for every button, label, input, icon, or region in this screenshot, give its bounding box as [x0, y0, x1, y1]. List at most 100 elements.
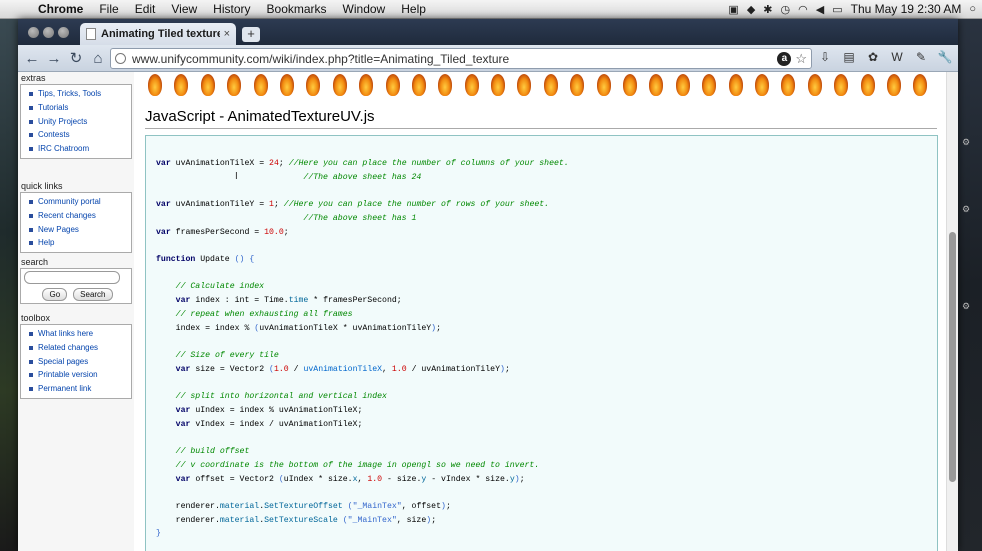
site-info-icon[interactable] [115, 53, 126, 64]
desktop-background-left [0, 19, 18, 551]
code-token: ; [283, 227, 289, 237]
puzzle-extension-icon[interactable]: ✿ [864, 48, 882, 66]
code-token: uIndex = index % uvAnimationTileX; [190, 405, 363, 415]
sidebar-link-contests[interactable]: Contests [24, 128, 131, 142]
menubar-clock[interactable]: Thu May 19 2:30 AM [851, 2, 962, 16]
code-token: var [156, 227, 171, 237]
scrollbar-thumb[interactable] [949, 232, 956, 482]
sidebar-link-recent-changes[interactable]: Recent changes [24, 209, 131, 223]
sprite-frame [406, 72, 432, 100]
code-token: //The above sheet has 24 [303, 172, 422, 182]
menu-help[interactable]: Help [393, 2, 434, 16]
spotlight-icon[interactable]: ○ [969, 3, 976, 15]
address-url[interactable]: www.unifycommunity.com/wiki/index.php?ti… [132, 52, 777, 66]
menu-app-chrome[interactable]: Chrome [30, 2, 91, 16]
sidebar-link-unity-projects[interactable]: Unity Projects [24, 115, 131, 129]
volume-icon[interactable]: ◀ [816, 3, 824, 16]
sidebar-link-tutorials[interactable]: Tutorials [24, 101, 131, 115]
code-token: renderer. [156, 515, 220, 525]
new-tab-button[interactable]: + [242, 27, 260, 42]
tab-close-icon[interactable]: × [224, 28, 230, 40]
portlet-toolbox-box: What links here Related changes Special … [20, 324, 132, 399]
w-extension-icon[interactable]: W [888, 48, 906, 66]
search-input[interactable] [24, 271, 120, 284]
sidebar-link-tips[interactable]: Tips, Tricks, Tools [24, 87, 131, 101]
tab-active[interactable]: Animating Tiled texture – Ur × [80, 23, 236, 45]
article-content: JavaScript - AnimatedTextureUV.js var uv… [134, 72, 958, 551]
sidebar-link-related-changes[interactable]: Related changes [24, 341, 131, 355]
portlet-extras: extras Tips, Tricks, Tools Tutorials Uni… [20, 72, 132, 159]
back-arrow-icon[interactable]: ← [21, 50, 43, 67]
sidebar-link-special-pages[interactable]: Special pages [24, 355, 131, 369]
minimize-window-icon[interactable] [43, 27, 54, 38]
portlet-extras-title: extras [21, 73, 46, 83]
home-icon[interactable]: ⌂ [87, 50, 109, 67]
portlet-extras-box: Tips, Tricks, Tools Tutorials Unity Proj… [20, 84, 132, 159]
sprite-sheet-banner [142, 72, 954, 100]
wrench-menu-icon[interactable]: 🔧 [936, 48, 954, 66]
screen-recorder-icon[interactable]: ▣ [728, 3, 738, 16]
sidebar-link-community-portal[interactable]: Community portal [24, 195, 131, 209]
sidebar-link-printable-version[interactable]: Printable version [24, 368, 131, 382]
menu-window[interactable]: Window [335, 2, 394, 16]
sprite-frame [168, 72, 194, 100]
menu-view[interactable]: View [163, 2, 205, 16]
code-line: // split into horizontal and vertical in… [156, 390, 569, 404]
code-line: function Update () { [156, 253, 569, 267]
menu-history[interactable]: History [205, 2, 258, 16]
forward-arrow-icon[interactable]: → [43, 50, 65, 67]
web-page: extras Tips, Tricks, Tools Tutorials Uni… [18, 72, 958, 551]
wifi-icon[interactable]: ◠ [798, 3, 808, 16]
dropbox-icon[interactable]: ◆ [747, 3, 755, 16]
sidebar-link-what-links-here[interactable]: What links here [24, 327, 131, 341]
code-token: 1.0 [367, 474, 383, 484]
bookmark-star-icon[interactable]: ☆ [795, 51, 807, 67]
time-machine-icon[interactable]: ◷ [781, 3, 791, 16]
sprite-frame [828, 72, 854, 100]
code-token: var [175, 419, 191, 429]
reload-icon[interactable]: ↻ [65, 49, 87, 67]
bluetooth-icon[interactable]: ✱ [763, 3, 772, 16]
sprite-frame [617, 72, 643, 100]
extension-icons: ⇩ ▤ ✿ W ✎ 🔧 [816, 48, 954, 66]
download-extension-icon[interactable]: ⇩ [816, 48, 834, 66]
code-token: vIndex = index / uvAnimationTileX; [190, 419, 363, 429]
sidebar-link-irc[interactable]: IRC Chatroom [24, 142, 131, 156]
evernote-extension-icon[interactable]: ✎ [912, 48, 930, 66]
address-bar[interactable]: www.unifycommunity.com/wiki/index.php?ti… [110, 48, 812, 69]
code-line: // repeat when exhausting all frames [156, 308, 569, 322]
battery-icon[interactable]: ▭ [832, 3, 842, 16]
menu-bookmarks[interactable]: Bookmarks [259, 2, 335, 16]
code-line: var uIndex = index % uvAnimationTileX; [156, 404, 569, 418]
feed-extension-icon[interactable]: ▤ [840, 48, 858, 66]
menu-file[interactable]: File [91, 2, 126, 16]
code-token: 10.0 [264, 227, 284, 237]
amazon-extension-icon[interactable]: a [777, 51, 792, 66]
sidebar-link-help[interactable]: Help [24, 236, 131, 250]
code-token: * framesPerSecond; [308, 296, 402, 306]
search-button[interactable]: Search [73, 288, 113, 301]
close-window-icon[interactable] [28, 27, 39, 38]
code-token: // build offset [175, 447, 250, 457]
code-token: uvAnimationTileY = [170, 200, 270, 210]
sprite-frame [775, 72, 801, 100]
page-scrollbar[interactable] [946, 72, 958, 551]
code-line: // Size of every tile [156, 349, 569, 363]
sprite-frame [327, 72, 353, 100]
sidebar-link-new-pages[interactable]: New Pages [24, 223, 131, 237]
tab-strip: Animating Tiled texture – Ur × + [18, 19, 958, 45]
code-token: uvAnimationTileX * uvAnimationTileY [259, 323, 432, 333]
code-token: var [175, 405, 191, 415]
menu-edit[interactable]: Edit [127, 2, 164, 16]
sprite-frame [195, 72, 221, 100]
sprite-frame [459, 72, 485, 100]
go-button[interactable]: Go [42, 288, 68, 301]
code-token: var [156, 159, 171, 168]
sidebar-link-permanent-link[interactable]: Permanent link [24, 382, 131, 396]
zoom-window-icon[interactable] [58, 27, 69, 38]
code-token: - size. [382, 474, 422, 484]
